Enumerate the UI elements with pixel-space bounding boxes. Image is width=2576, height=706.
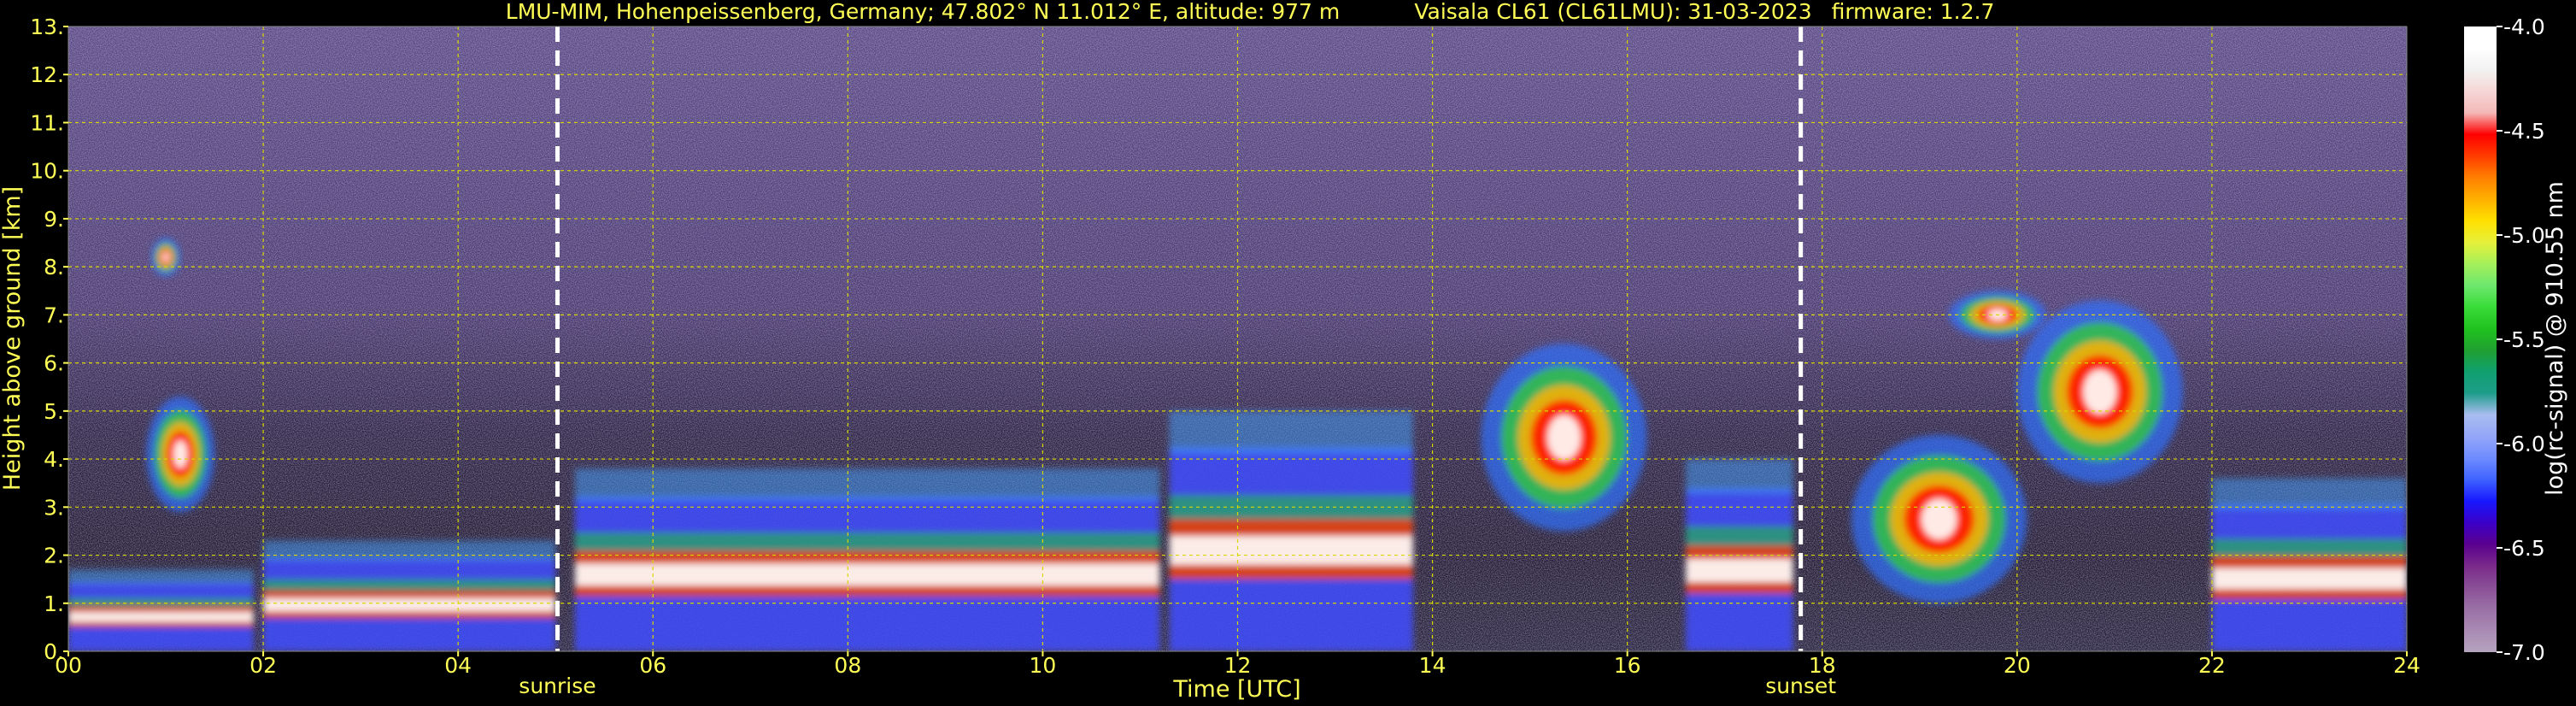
colorbar [2464, 26, 2497, 652]
cloud-feature [2211, 478, 2407, 651]
cloud-feature [263, 540, 556, 651]
y-tick-label: 4. [44, 447, 64, 472]
y-tick-label: 0. [44, 639, 64, 664]
y-tick-label: 5. [44, 399, 64, 424]
title-site: LMU-MIM, Hohenpeissenberg, Germany; 47.8… [506, 0, 1340, 24]
sunset-label: sunset [1765, 674, 1836, 698]
x-tick-label: 22 [2198, 653, 2226, 678]
colorbar-tick-label: -4.0 [2503, 15, 2545, 39]
y-tick-label: 7. [44, 303, 64, 327]
title-instrument: Vaisala CL61 (CL61LMU): 31-03-2023 [1414, 0, 1811, 24]
colorbar-tick-label: -5.5 [2503, 327, 2545, 352]
colorbar-tick-label: -7.0 [2503, 640, 2545, 665]
colorbar-tick-label: -4.5 [2503, 119, 2545, 144]
x-tick-label: 12 [1224, 653, 1252, 678]
x-tick-label: 24 [2393, 653, 2421, 678]
x-axis-label: Time [UTC] [1172, 676, 1300, 703]
cloud-feature [575, 468, 1160, 651]
cloud-feature [1169, 410, 1413, 651]
y-tick-label: 3. [44, 495, 64, 520]
colorbar-label: log(rc-signal) @ 910.55 nm [2542, 181, 2568, 496]
y-tick-label: 2. [44, 544, 64, 568]
x-tick-label: 02 [249, 653, 277, 678]
y-tick-label: 1. [44, 591, 64, 616]
title-firmware: firmware: 1.2.7 [1832, 0, 1995, 24]
x-axis-ticks: 00 02 04 06 08 10 12 14 16 18 20 22 24 [55, 651, 2421, 678]
colorbar-tick-label: -6.5 [2503, 536, 2545, 561]
cloud-feature [1851, 434, 2027, 603]
plot-area [68, 26, 2407, 651]
y-tick-label: 8. [44, 255, 64, 279]
y-axis-ticks: 0. 1. 2. 3. 4. 5. 6. 7. 8. 9. 10. 11. 12. 13. [30, 15, 68, 664]
colorbar-ticks: -4.0 -4.5 -5.0 -5.5 -6.0 -6.5 -7.0 [2497, 15, 2545, 665]
x-tick-label: 20 [2004, 653, 2031, 678]
cloud-feature [146, 396, 215, 512]
y-tick-label: 10. [30, 159, 64, 184]
x-tick-label: 04 [444, 653, 472, 678]
colorbar-tick-label: -5.0 [2503, 223, 2545, 248]
sunrise-label: sunrise [519, 674, 596, 698]
x-tick-label: 14 [1419, 653, 1446, 678]
y-tick-label: 11. [30, 110, 64, 135]
colorbar-tick-label: -6.0 [2503, 432, 2545, 456]
ceilometer-figure: LMU-MIM, Hohenpeissenberg, Germany; 47.8… [0, 0, 2568, 703]
y-tick-label: 13. [30, 15, 64, 39]
cloud-feature [1481, 344, 1647, 532]
x-tick-label: 06 [639, 653, 666, 678]
cloud-feature [150, 238, 181, 277]
x-tick-label: 08 [834, 653, 861, 678]
y-axis-label: Height above ground [km] [0, 186, 26, 491]
y-tick-label: 9. [44, 207, 64, 232]
cloud-feature [68, 569, 254, 651]
cloud-feature [2016, 300, 2183, 484]
y-tick-label: 6. [44, 351, 64, 376]
x-tick-label: 16 [1614, 653, 1641, 678]
x-tick-label: 10 [1030, 653, 1057, 678]
y-tick-label: 12. [30, 62, 64, 87]
